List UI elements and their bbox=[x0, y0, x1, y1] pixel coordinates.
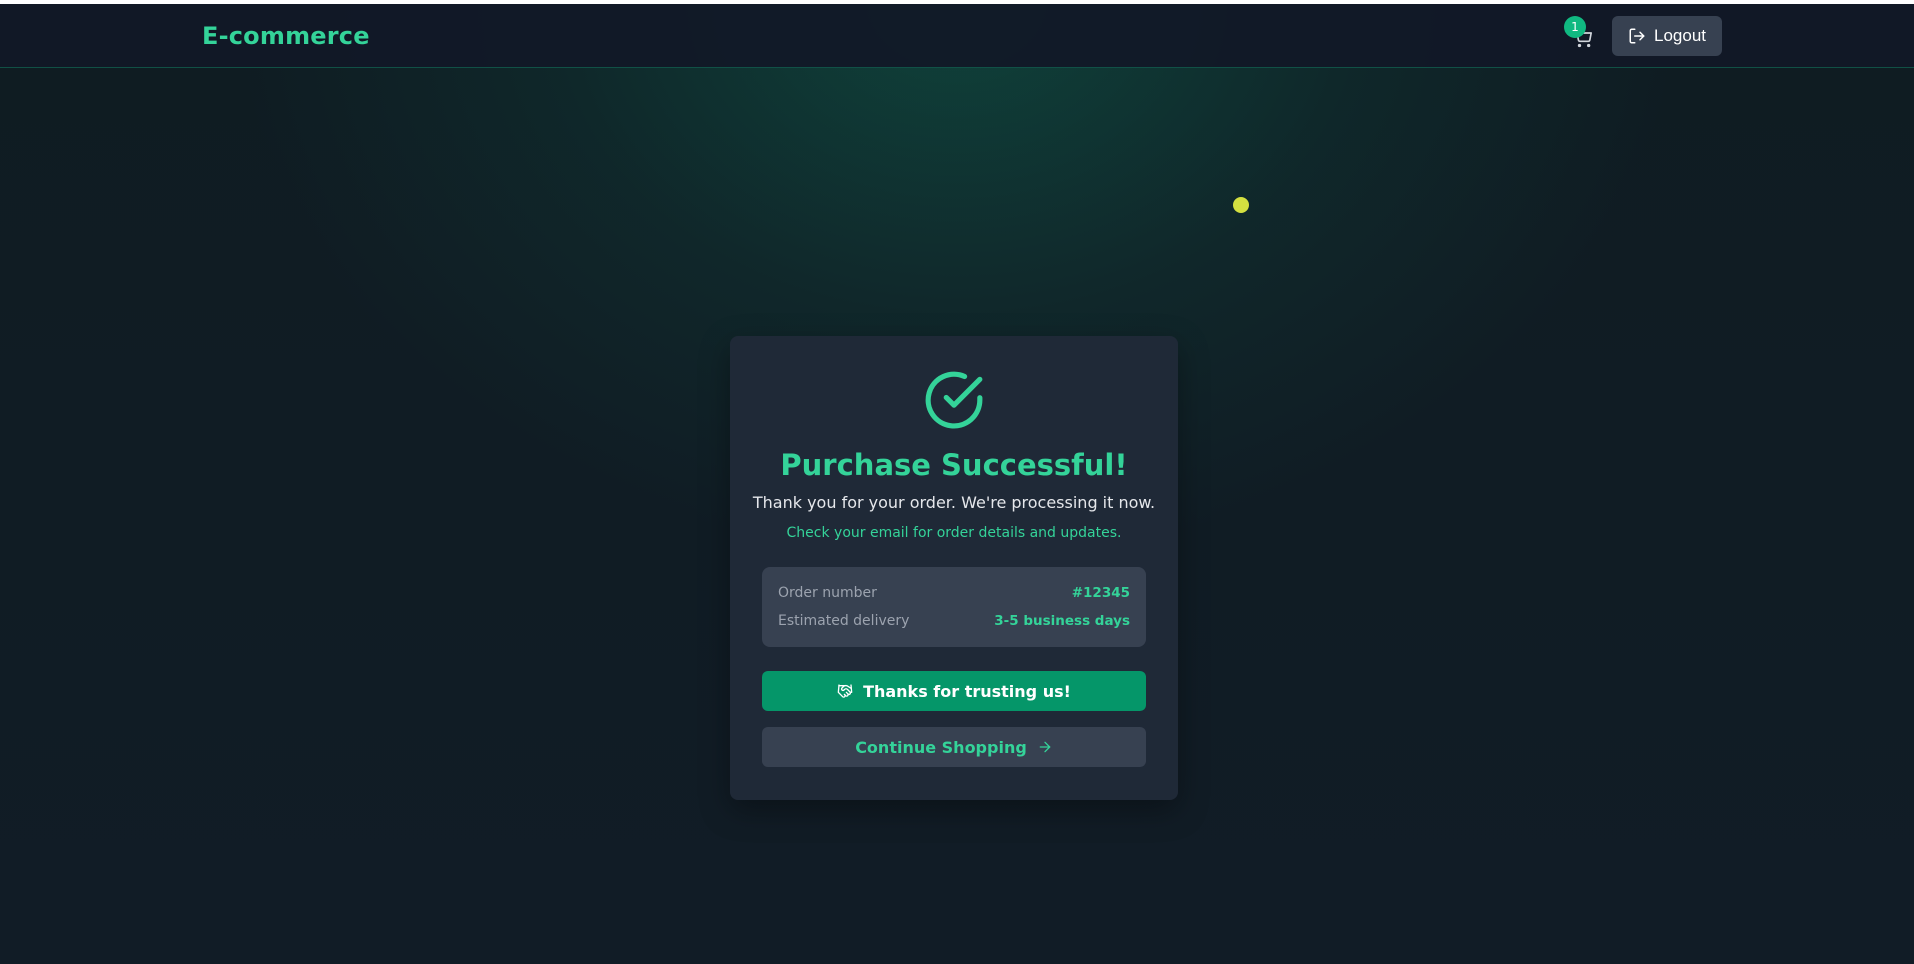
success-title: Purchase Successful! bbox=[780, 448, 1128, 482]
delivery-value: 3-5 business days bbox=[994, 613, 1130, 629]
brand-logo-link[interactable]: E-commerce bbox=[202, 22, 370, 50]
cart-count-badge: 1 bbox=[1564, 16, 1586, 38]
logout-label: Logout bbox=[1654, 26, 1706, 45]
success-subtitle: Thank you for your order. We're processi… bbox=[752, 493, 1156, 512]
logout-icon bbox=[1629, 28, 1645, 44]
order-info-box: Order number #12345 Estimated delivery 3… bbox=[762, 567, 1146, 647]
handshake-icon bbox=[837, 684, 853, 698]
order-number-value: #12345 bbox=[1071, 585, 1130, 601]
check-circle-icon bbox=[925, 371, 983, 429]
delivery-row: Estimated delivery 3-5 business days bbox=[778, 611, 1130, 631]
thanks-button[interactable]: Thanks for trusting us! bbox=[762, 671, 1146, 711]
continue-shopping-label: Continue Shopping bbox=[855, 737, 1027, 757]
order-number-label: Order number bbox=[778, 585, 877, 601]
arrow-right-icon bbox=[1039, 741, 1051, 753]
email-note: Check your email for order details and u… bbox=[786, 525, 1122, 541]
logout-button[interactable]: Logout bbox=[1612, 16, 1722, 56]
thanks-label: Thanks for trusting us! bbox=[863, 681, 1071, 701]
page: E-commerce 1 Logout Purchase Successful!… bbox=[0, 0, 1914, 964]
purchase-success-card: Purchase Successful! Thank you for your … bbox=[730, 336, 1178, 800]
delivery-label: Estimated delivery bbox=[778, 613, 910, 629]
cursor-indicator bbox=[1233, 197, 1249, 213]
continue-shopping-button[interactable]: Continue Shopping bbox=[762, 727, 1146, 767]
navbar: E-commerce 1 Logout bbox=[0, 4, 1914, 68]
order-number-row: Order number #12345 bbox=[778, 583, 1130, 603]
